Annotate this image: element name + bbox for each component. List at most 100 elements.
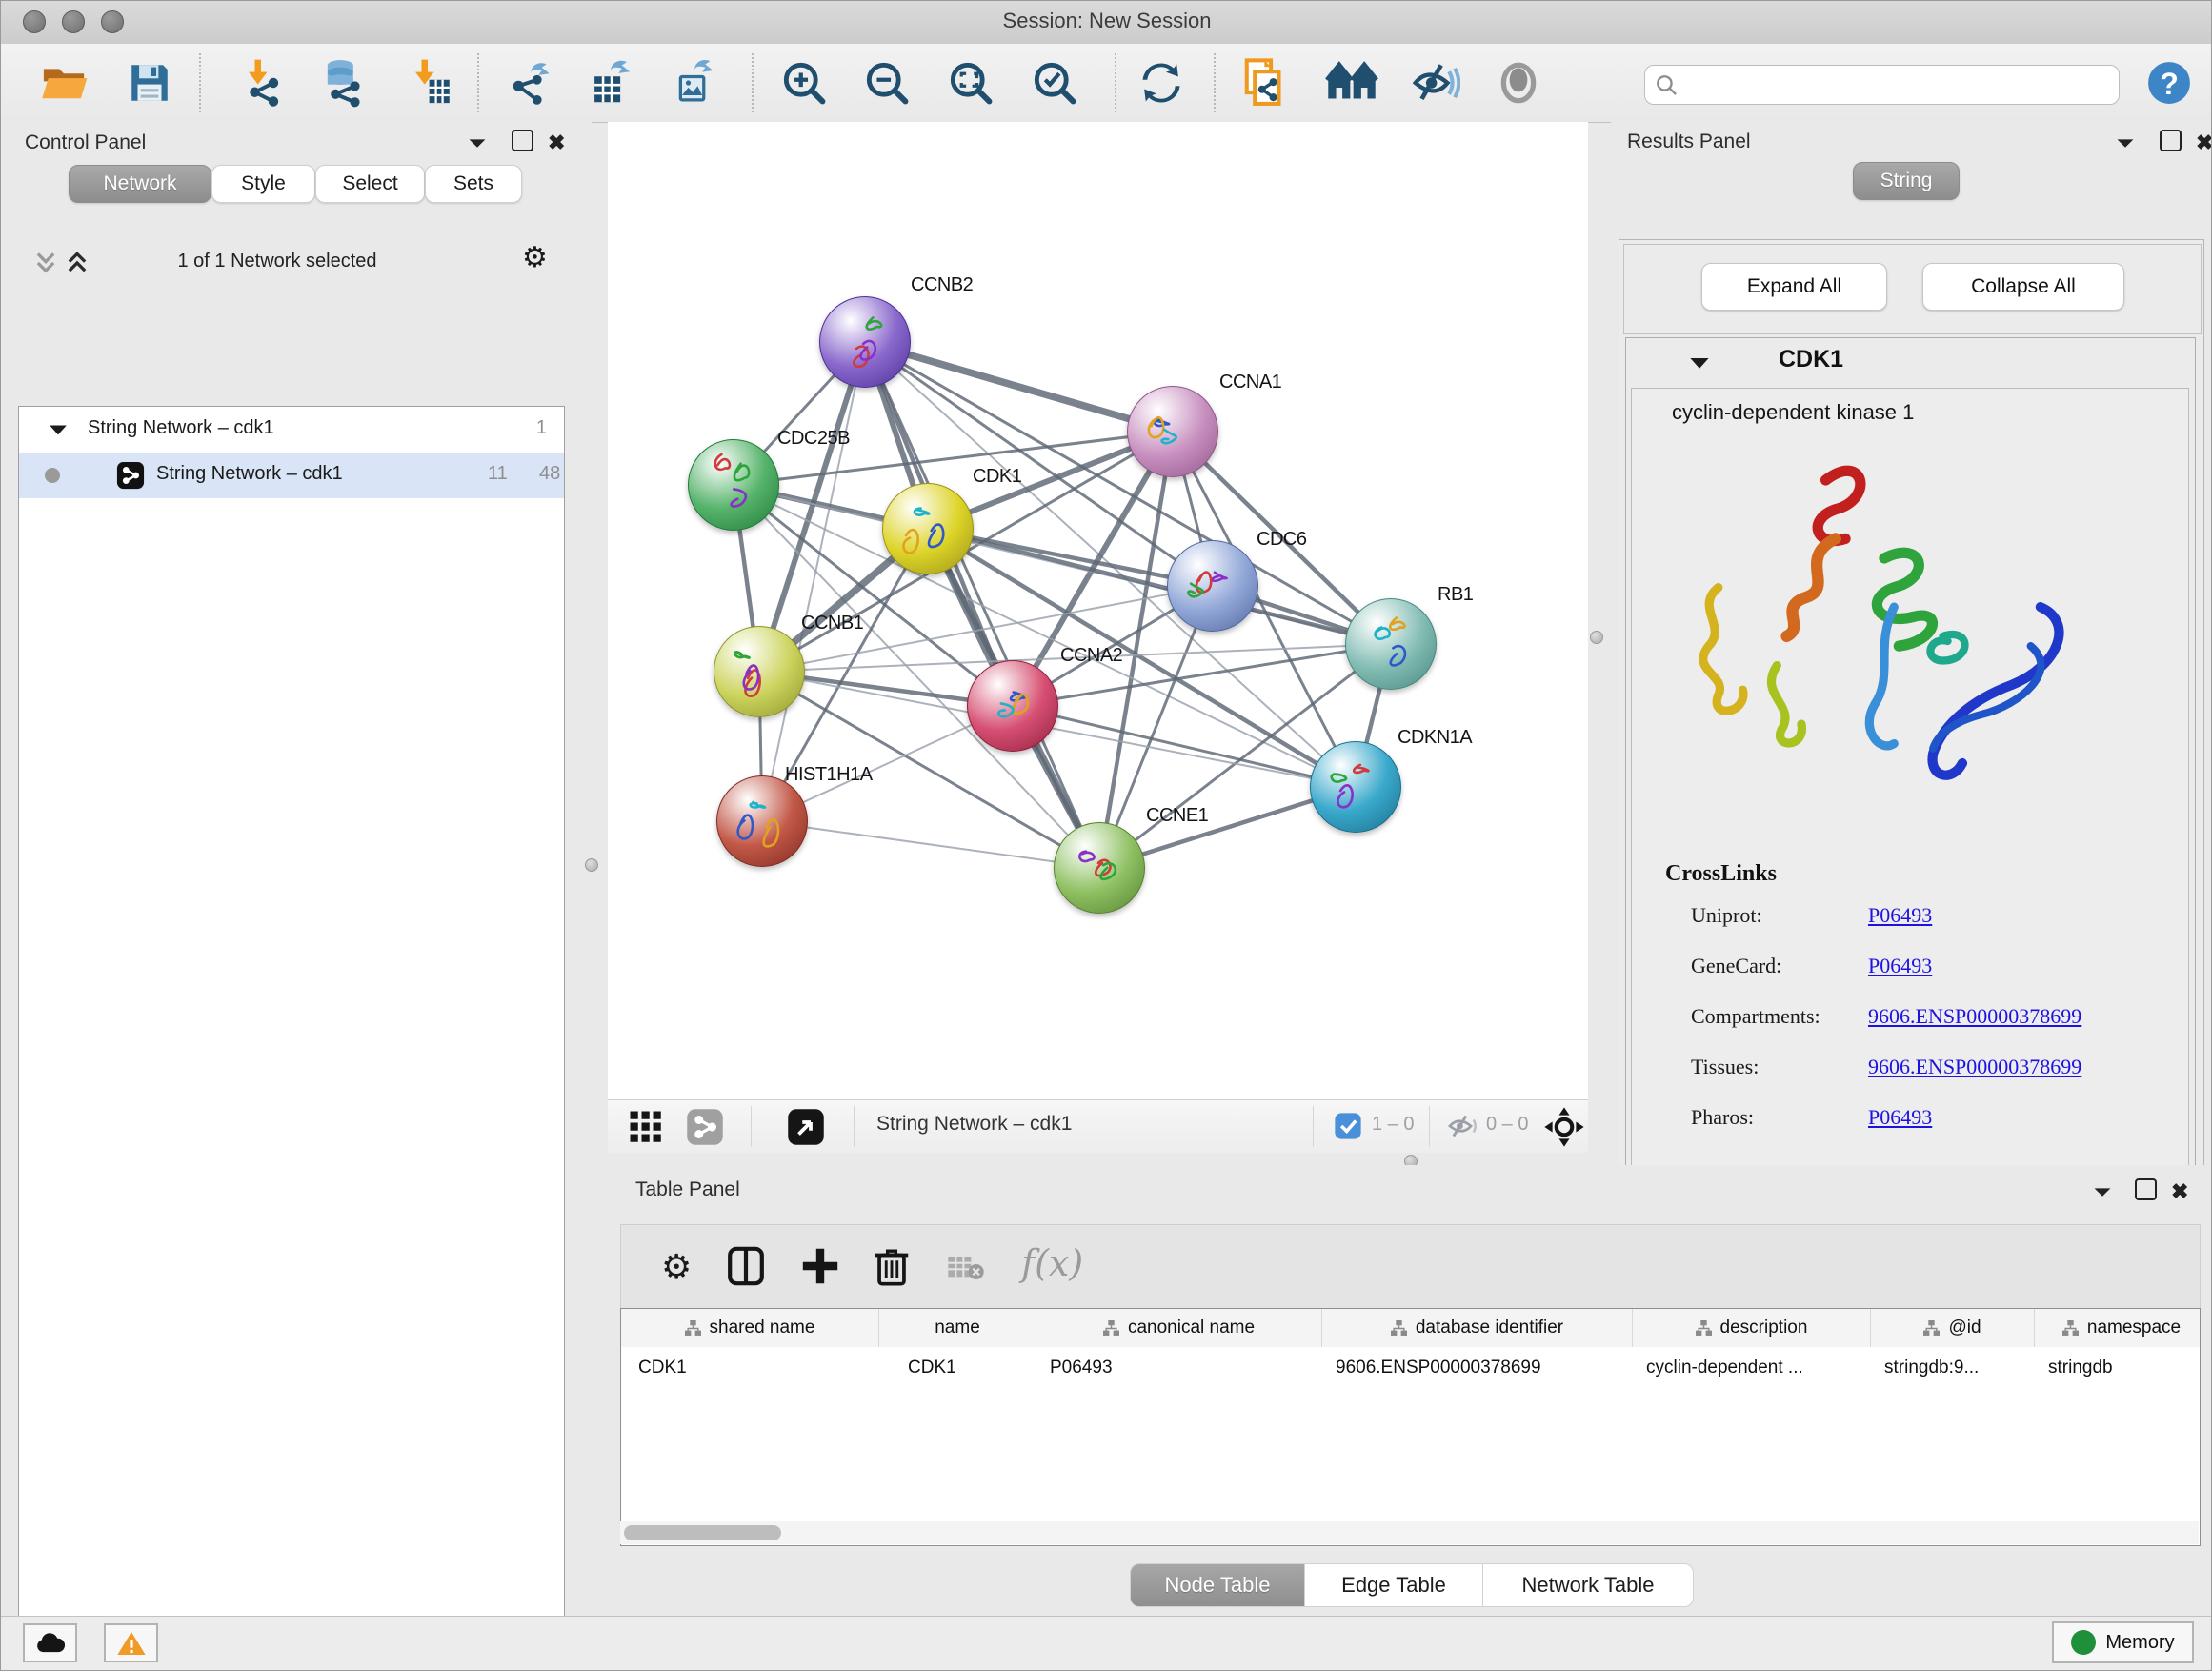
open-session-button[interactable] <box>37 56 90 110</box>
table-cell[interactable]: CDK1 <box>621 1349 878 1387</box>
left-splitter-handle[interactable] <box>585 858 598 872</box>
column-type-icon <box>1696 1320 1712 1337</box>
crosslink-value-link[interactable]: P06493 <box>1868 954 1932 978</box>
zoom-out-button[interactable] <box>860 56 914 110</box>
column-header-5[interactable]: @id <box>1871 1309 2035 1347</box>
import-network-database-button[interactable] <box>315 56 369 110</box>
results-panel-float-icon[interactable] <box>2160 130 2182 155</box>
help-button[interactable]: ? <box>2142 56 2196 110</box>
table-hscrollbar[interactable] <box>620 1521 2199 1544</box>
protein-thumbnail <box>883 484 975 575</box>
export-table-button[interactable] <box>584 56 637 110</box>
network-node-CCNA2[interactable] <box>967 660 1058 752</box>
node-table[interactable]: shared namenamecanonical namedatabase id… <box>620 1308 2201 1546</box>
collapse-all-networks-icon[interactable] <box>64 249 90 282</box>
selected-checkbox-icon[interactable] <box>1334 1112 1362 1145</box>
table-cell[interactable]: 9606.ENSP00000378699 <box>1322 1349 1632 1387</box>
tab-select[interactable]: Select <box>315 165 425 203</box>
memory-button[interactable]: Memory <box>2052 1621 2194 1663</box>
network-options-gear-icon[interactable]: ⚙ <box>522 244 548 272</box>
crosslink-value-link[interactable]: 9606.ENSP00000378699 <box>1868 1055 2081 1079</box>
show-all-panels-button[interactable] <box>1325 56 1378 110</box>
import-table-file-button[interactable] <box>401 56 454 110</box>
string-view-icon[interactable] <box>686 1108 724 1151</box>
network-node-CCNE1[interactable] <box>1054 822 1145 914</box>
export-network-button[interactable] <box>501 56 554 110</box>
tab-node-table[interactable]: Node Table <box>1130 1563 1305 1607</box>
save-session-button[interactable] <box>123 56 176 110</box>
table-cell[interactable]: stringdb <box>2035 1349 2201 1387</box>
tab-edge-table[interactable]: Edge Table <box>1304 1563 1483 1607</box>
tree-expand-icon[interactable] <box>48 422 69 439</box>
column-header-4[interactable]: description <box>1633 1309 1871 1347</box>
refresh-view-button[interactable] <box>1135 56 1188 110</box>
table-cell[interactable]: cyclin-dependent ... <box>1633 1349 1870 1387</box>
tab-network-table[interactable]: Network Table <box>1482 1563 1694 1607</box>
column-header-6[interactable]: namespace <box>2035 1309 2201 1347</box>
entry-collapse-icon[interactable] <box>1688 354 1711 373</box>
results-panel-collapse-icon[interactable] <box>2114 131 2137 159</box>
column-header-0[interactable]: shared name <box>621 1309 879 1347</box>
toolbar-separator <box>752 53 754 112</box>
tab-sets[interactable]: Sets <box>425 165 522 203</box>
network-node-CCNB1[interactable] <box>714 626 805 717</box>
warnings-button[interactable] <box>104 1623 158 1662</box>
network-edge[interactable] <box>1013 706 1356 787</box>
table-panel-float-icon[interactable] <box>2135 1178 2157 1204</box>
control-panel-float-icon[interactable] <box>512 130 533 155</box>
table-panel-collapse-icon[interactable] <box>2091 1180 2114 1208</box>
column-header-1[interactable]: name <box>879 1309 1036 1347</box>
table-panel-close-icon[interactable]: ✖ <box>2171 1179 2188 1204</box>
expand-all-button[interactable]: Expand All <box>1701 263 1887 311</box>
network-node-CDK1[interactable] <box>882 483 974 574</box>
create-column-icon[interactable] <box>800 1246 840 1286</box>
cloud-status-button[interactable] <box>23 1623 77 1662</box>
import-network-file-button[interactable] <box>234 56 288 110</box>
results-panel-close-icon[interactable]: ✖ <box>2196 131 2212 155</box>
tab-style[interactable]: Style <box>211 165 315 203</box>
network-node-CDC25B[interactable] <box>688 439 779 531</box>
search-input[interactable] <box>1644 65 2120 105</box>
zoom-selected-button[interactable] <box>1028 56 1081 110</box>
network-collection-row[interactable]: String Network – cdk1 1 <box>19 407 564 453</box>
table-cell[interactable]: stringdb:9... <box>1871 1349 2034 1387</box>
zoom-in-button[interactable] <box>777 56 831 110</box>
network-node-CCNB2[interactable] <box>819 296 911 388</box>
table-options-gear-icon[interactable]: ⚙ <box>661 1250 692 1284</box>
table-cell[interactable]: CDK1 <box>879 1349 1036 1387</box>
network-edge[interactable] <box>762 342 865 821</box>
network-node-HIST1H1A[interactable] <box>716 775 808 867</box>
export-image-button[interactable] <box>668 56 721 110</box>
network-node-RB1[interactable] <box>1345 598 1437 690</box>
collapse-all-button[interactable]: Collapse All <box>1922 263 2124 311</box>
zoom-fit-button[interactable] <box>944 56 997 110</box>
birdseye-view-icon[interactable] <box>787 1108 825 1151</box>
pan-crosshair-icon[interactable] <box>1543 1106 1585 1153</box>
network-edge[interactable] <box>762 821 1099 868</box>
highlight-button[interactable] <box>1492 56 1545 110</box>
column-header-3[interactable]: database identifier <box>1322 1309 1633 1347</box>
network-canvas[interactable]: CCNB2CCNA1CDC25BCDK1CDC6RB1CCNB1CCNA2CDK… <box>608 122 1588 1099</box>
show-columns-icon[interactable] <box>726 1246 766 1286</box>
right-splitter-handle[interactable] <box>1590 631 1603 644</box>
network-node-CDC6[interactable] <box>1167 540 1258 632</box>
crosslink-value-link[interactable]: P06493 <box>1868 1105 1932 1130</box>
control-panel-close-icon[interactable]: ✖ <box>548 131 565 155</box>
network-node-CDKN1A[interactable] <box>1310 741 1401 833</box>
tab-network[interactable]: Network <box>69 165 211 203</box>
table-hscrollbar-thumb[interactable] <box>624 1525 781 1540</box>
expand-all-networks-icon[interactable] <box>32 249 59 282</box>
node-label-CCNA2: CCNA2 <box>1060 645 1122 667</box>
control-panel-collapse-icon[interactable] <box>466 131 489 159</box>
clone-network-button[interactable] <box>1239 56 1293 110</box>
network-node-CCNA1[interactable] <box>1127 386 1218 477</box>
crosslink-value-link[interactable]: 9606.ENSP00000378699 <box>1868 1004 2081 1029</box>
tab-string-results[interactable]: String <box>1853 162 1960 200</box>
crosslink-value-link[interactable]: P06493 <box>1868 903 1932 928</box>
hide-unhide-button[interactable] <box>1408 56 1461 110</box>
delete-column-icon[interactable] <box>871 1244 913 1288</box>
network-row-selected[interactable]: String Network – cdk1 11 48 <box>19 453 564 498</box>
column-header-2[interactable]: canonical name <box>1036 1309 1322 1347</box>
table-cell[interactable]: P06493 <box>1036 1349 1321 1387</box>
grid-view-icon[interactable] <box>629 1110 663 1149</box>
